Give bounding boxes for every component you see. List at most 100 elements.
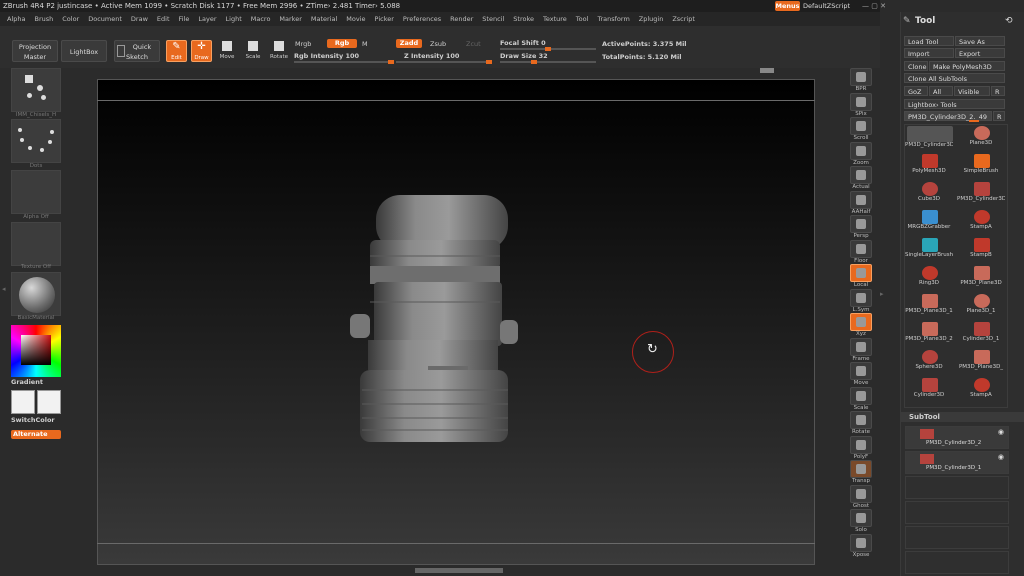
rgb-button[interactable]: Rgb xyxy=(327,39,357,48)
menu-render[interactable]: Render xyxy=(450,15,473,23)
tool-item[interactable]: Plane3D xyxy=(957,125,1007,153)
subtool-row[interactable] xyxy=(905,551,1009,574)
tool-item[interactable]: MRGBZGrabber xyxy=(905,209,955,237)
default-zscript-button[interactable]: DefaultZScript xyxy=(803,1,859,11)
rgb-intensity-knob[interactable] xyxy=(388,60,394,64)
import-button[interactable]: Import xyxy=(904,48,954,58)
menu-brush[interactable]: Brush xyxy=(34,15,53,23)
mrgb-button[interactable]: Mrgb xyxy=(295,40,311,48)
edit-button[interactable]: ✎ Edit xyxy=(166,40,187,62)
visible-button[interactable]: Visible xyxy=(954,86,990,96)
current-tool-slider-knob[interactable] xyxy=(969,120,979,122)
menu-preferences[interactable]: Preferences xyxy=(403,15,441,23)
menu-draw[interactable]: Draw xyxy=(131,15,148,23)
cylinder-3d-model[interactable] xyxy=(340,190,530,450)
rightshelf-polyf-button[interactable] xyxy=(850,435,872,454)
load-tool-button[interactable]: Load Tool xyxy=(904,36,954,46)
menu-tool[interactable]: Tool xyxy=(576,15,589,23)
tool-item[interactable]: Cylinder3D xyxy=(905,377,955,405)
menu-zplugin[interactable]: Zplugin xyxy=(639,15,664,23)
rightshelf-frame-button[interactable] xyxy=(850,337,872,356)
focal-shift-slider[interactable] xyxy=(500,47,596,51)
current-tool-slider[interactable]: PM3D_Cylinder3D_2. 49 xyxy=(904,111,992,122)
gradient-label[interactable]: Gradient xyxy=(11,378,43,386)
switch-color-button[interactable]: SwitchColor xyxy=(11,416,55,424)
move-button[interactable]: Move xyxy=(217,40,237,62)
menu-light[interactable]: Light xyxy=(226,15,242,23)
tool-item[interactable]: SingleLayerBrush xyxy=(905,237,955,265)
subtool-row[interactable] xyxy=(905,526,1009,549)
z-intensity-knob[interactable] xyxy=(486,60,492,64)
rightshelf-lsym-button[interactable] xyxy=(850,288,872,307)
menu-material[interactable]: Material xyxy=(311,15,337,23)
eye-icon[interactable]: ◉ xyxy=(998,428,1004,436)
canvas-scroll-handle[interactable] xyxy=(760,68,774,73)
rightshelf-zoom-button[interactable] xyxy=(850,141,872,160)
alternate-button[interactable]: Alternate xyxy=(11,430,61,439)
tool-palette-refresh-icon[interactable]: ⟲ xyxy=(1005,16,1013,26)
right-tray-collapse-arrow[interactable]: ▸ xyxy=(880,290,884,298)
window-controls[interactable]: — ▢ ✕ xyxy=(862,1,892,11)
color-picker-square[interactable] xyxy=(21,335,51,365)
left-tray-collapse-arrow[interactable]: ◂ xyxy=(2,285,6,293)
tool-item[interactable]: Cube3D xyxy=(905,181,955,209)
tool-item[interactable]: Sphere3D xyxy=(905,349,955,377)
tool-item[interactable]: Plane3D_1 xyxy=(957,293,1007,321)
tool-item[interactable]: SimpleBrush xyxy=(957,153,1007,181)
canvas-bottom-scroll-handle[interactable] xyxy=(415,568,503,573)
tool-item[interactable]: Ring3D xyxy=(905,265,955,293)
menu-color[interactable]: Color xyxy=(62,15,79,23)
clone-button[interactable]: Clone xyxy=(904,61,928,71)
make-polymesh-button[interactable]: Make PolyMesh3D xyxy=(929,61,1005,71)
tool-item[interactable]: StampB xyxy=(957,237,1007,265)
rightshelf-solo-button[interactable] xyxy=(850,509,872,527)
rightshelf-xyz-button[interactable] xyxy=(850,313,872,331)
menu-stencil[interactable]: Stencil xyxy=(482,15,504,23)
current-tool-r-button[interactable]: R xyxy=(993,111,1005,121)
clone-all-subtools-button[interactable]: Clone All SubTools xyxy=(904,73,1005,83)
tool-item[interactable]: PM3D_Plane3D xyxy=(957,265,1007,293)
subtool-row[interactable] xyxy=(905,501,1009,524)
tool-item[interactable]: PolyMesh3D xyxy=(905,153,955,181)
texture-thumbnail[interactable] xyxy=(11,222,61,266)
draw-button[interactable]: ✛ Draw xyxy=(191,40,212,62)
menu-document[interactable]: Document xyxy=(88,15,122,23)
menu-transform[interactable]: Transform xyxy=(597,15,629,23)
tool-item[interactable]: StampA xyxy=(957,377,1007,405)
menu-zscript[interactable]: Zscript xyxy=(672,15,695,23)
scale-button[interactable]: Scale xyxy=(243,40,263,62)
menu-texture[interactable]: Texture xyxy=(543,15,567,23)
menu-stroke[interactable]: Stroke xyxy=(513,15,534,23)
rightshelf-local-button[interactable] xyxy=(850,264,872,282)
lightbox-button[interactable]: LightBox xyxy=(61,40,107,62)
rotate-button[interactable]: Rotate xyxy=(268,40,290,62)
rightshelf-rotate-button[interactable] xyxy=(850,411,872,429)
rightshelf-move-button[interactable] xyxy=(850,362,872,380)
stroke-thumbnail[interactable] xyxy=(11,119,61,163)
brush-thumbnail[interactable] xyxy=(11,68,61,112)
menu-picker[interactable]: Picker xyxy=(375,15,394,23)
rightshelf-xpose-button[interactable] xyxy=(850,533,872,552)
tool-item[interactable]: PM3D_Cylinder3D xyxy=(957,181,1007,209)
menu-macro[interactable]: Macro xyxy=(251,15,271,23)
tool-item[interactable]: PM3D_Cylinder3D xyxy=(905,125,955,153)
z-intensity-slider[interactable] xyxy=(396,60,492,64)
rightshelf-floor-button[interactable] xyxy=(850,239,872,258)
material-thumbnail[interactable] xyxy=(11,272,61,316)
eye-icon[interactable]: ◉ xyxy=(998,453,1004,461)
zsub-button[interactable]: Zsub xyxy=(430,40,446,48)
draw-size-slider[interactable] xyxy=(500,60,596,64)
tool-item[interactable]: StampA xyxy=(957,209,1007,237)
alpha-thumbnail[interactable] xyxy=(11,170,61,214)
subtool-row[interactable]: PM3D_Cylinder3D_2 ◉ xyxy=(905,426,1009,449)
secondary-color-swatch[interactable] xyxy=(37,390,61,414)
export-button[interactable]: Export xyxy=(955,48,1005,58)
menu-file[interactable]: File xyxy=(179,15,190,23)
subtool-row[interactable] xyxy=(905,476,1009,499)
zadd-button[interactable]: Zadd xyxy=(396,39,422,48)
menu-marker[interactable]: Marker xyxy=(279,15,301,23)
draw-size-knob[interactable] xyxy=(531,60,537,64)
subtool-row[interactable]: PM3D_Cylinder3D_1 ◉ xyxy=(905,451,1009,474)
menus-button[interactable]: Menus xyxy=(775,1,800,11)
tool-item[interactable]: PM3D_Plane3D_ xyxy=(957,349,1007,377)
